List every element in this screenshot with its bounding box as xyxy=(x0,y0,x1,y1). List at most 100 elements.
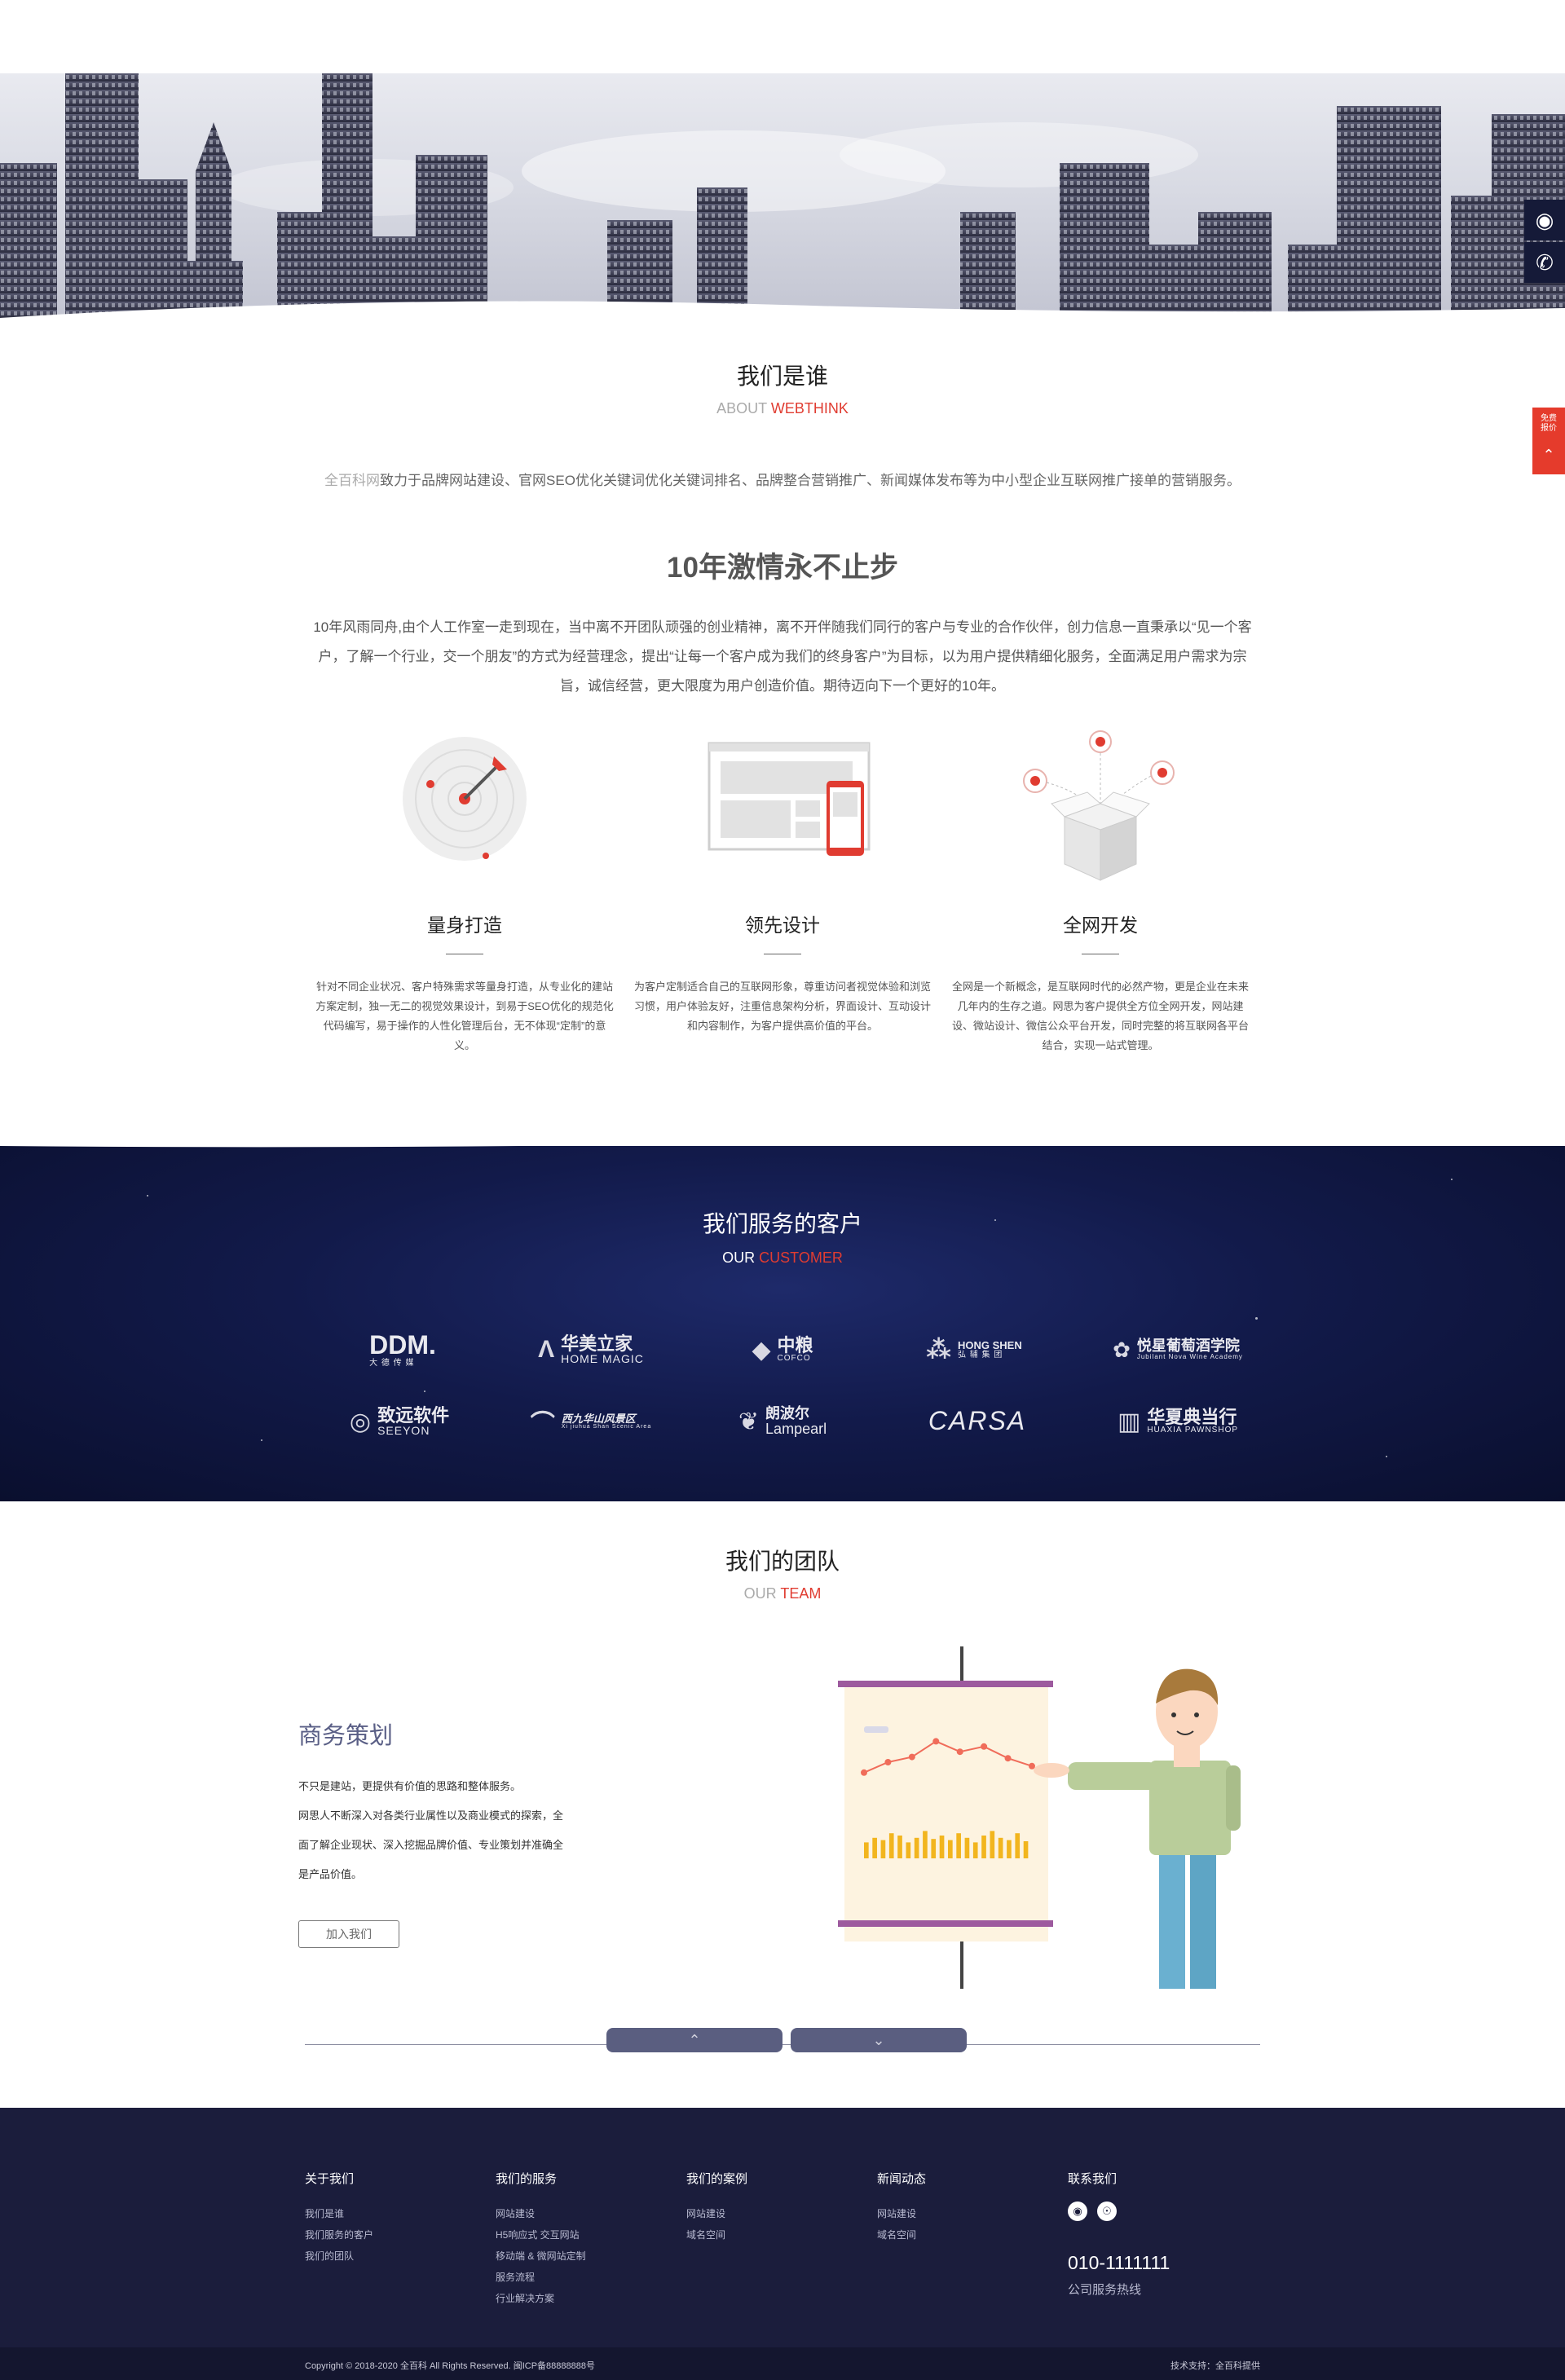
customers-subtitle: OUR CUSTOMER xyxy=(0,1250,1565,1267)
responsive-design-icon xyxy=(701,734,871,880)
client-logo-sub: Jubilant Nova Wine Academy xyxy=(1136,1353,1243,1361)
feature-network-desc: 全网是一个新概念，是互联网时代的必然产物，更是企业在未来几年内的生存之道。网思为… xyxy=(951,981,1249,1051)
team-subtitle: OUR TEAM xyxy=(0,1585,1565,1602)
client-logo-sub: HUAXIA PAWNSHOP xyxy=(1147,1426,1239,1435)
client-logo-lampearl: ❦ 朗波尔 Lampearl xyxy=(701,1397,864,1446)
client-logo-name: HONG SHEN xyxy=(957,1338,1022,1351)
client-logo-sub: Xi jiuhua Shan Scenic Area xyxy=(561,1424,652,1430)
client-logo-sub: COFCO xyxy=(777,1354,811,1364)
easel-top-bar xyxy=(838,1681,1053,1687)
team-subtitle-accent: TEAM xyxy=(780,1585,822,1602)
footer-link[interactable]: 移动端 & 微网站定制 xyxy=(496,2246,586,2267)
easel-board xyxy=(844,1684,1048,1941)
feature-network-title: 全网开发 xyxy=(1063,915,1138,936)
about-brand-link[interactable]: 全百科网 xyxy=(324,473,380,488)
weibo-icon[interactable]: ☉ xyxy=(1097,2202,1117,2221)
footer xyxy=(0,2108,1565,2380)
customers-subtitle-prefix: OUR xyxy=(722,1250,760,1266)
customers-top-curve xyxy=(0,1125,1565,1148)
board-bar xyxy=(872,1837,877,1858)
footer-col-about: 关于我们 我们是谁 我们服务的客户 我们的团队 xyxy=(305,2170,373,2267)
client-logo-sub: HOME MAGIC xyxy=(561,1352,644,1366)
client-logo-name: 中粮 xyxy=(777,1335,813,1356)
feature-design-desc: 为客户定制适合自己的互联网形象，尊重访问者视觉体验和浏览习惯，用户体验友好，注重… xyxy=(633,981,931,1032)
client-logo-sub: Lampearl xyxy=(765,1421,827,1437)
footer-link[interactable]: 我们是谁 xyxy=(305,2203,373,2224)
footer-link[interactable]: 网站建设 xyxy=(686,2203,747,2224)
footer-link[interactable]: 域名空间 xyxy=(686,2224,747,2246)
team-next-button[interactable]: ⌄ xyxy=(791,2028,967,2052)
client-logo-sub: 大 德 传 媒 xyxy=(369,1358,415,1368)
page: ◉ ✆ 免费报价 ⌃ 我们是谁 ABOUT WEBTHINK 全百科网致力于品牌… xyxy=(0,0,1565,2380)
feature-custom-title: 量身打造 xyxy=(427,915,502,936)
about-slogan: 10年激情永不止步 xyxy=(667,552,898,584)
footer-link[interactable]: 网站建设 xyxy=(496,2203,586,2224)
client-logo-mark: ◆ xyxy=(752,1336,771,1364)
board-legend xyxy=(864,1726,888,1733)
star-decoration xyxy=(261,1439,262,1441)
about-intro-text: 致力于品牌网站建设、官网SEO优化关键词优化关键词排名、品牌整合营销推广、新闻媒… xyxy=(380,473,1241,488)
social-icons: ◉ ☉ xyxy=(1068,2202,1170,2221)
footer-link[interactable]: 我们的团队 xyxy=(305,2246,373,2267)
footer-col-heading: 我们的服务 xyxy=(496,2172,558,2186)
team-prev-button[interactable]: ⌃ xyxy=(606,2028,782,2052)
team-description: 不只是建站，更提供有价值的思路和整体服务。 网思人不断深入对各类行业属性以及商业… xyxy=(298,1772,592,1889)
client-logo-huaxia: ▥ 华夏典当行 HUAXIA PAWNSHOP xyxy=(1084,1397,1272,1446)
board-bar xyxy=(964,1837,970,1858)
board-bar xyxy=(923,1831,928,1858)
board-bar xyxy=(972,1842,978,1858)
client-logo-sub: 弘 辅 集 团 xyxy=(957,1350,1003,1360)
skyline-image xyxy=(0,73,1565,318)
about-subtitle-prefix: ABOUT xyxy=(716,400,771,416)
copyright-text: Copyright © 2018-2020 全百科 All Rights Res… xyxy=(305,2361,595,2371)
board-bar xyxy=(939,1836,945,1858)
footer-link[interactable]: 域名空间 xyxy=(877,2224,926,2246)
board-bar xyxy=(864,1842,869,1858)
star-decoration xyxy=(1451,1179,1453,1180)
client-logo-mark: ✿ xyxy=(1113,1337,1131,1362)
client-logo-name: 华美立家 xyxy=(561,1333,633,1355)
easel-bottom-bar xyxy=(838,1920,1053,1927)
client-logo-mark: ❦ xyxy=(738,1408,760,1435)
client-logo-name: 悦星葡萄酒学院 xyxy=(1136,1338,1240,1355)
wechat-icon[interactable]: ◉ xyxy=(1068,2202,1087,2221)
board-line-point xyxy=(884,1759,892,1765)
phone-button[interactable]: ✆ xyxy=(1524,242,1565,283)
board-line-point xyxy=(1004,1755,1012,1762)
client-logo-mark: ◎ xyxy=(349,1408,372,1435)
client-logo-name: CARSA xyxy=(928,1406,1027,1436)
about-subtitle: ABOUT WEBTHINK xyxy=(0,400,1565,417)
board-bar xyxy=(888,1833,894,1858)
about-subtitle-accent: WEBTHINK xyxy=(770,400,849,416)
footer-col-heading: 我们的案例 xyxy=(686,2172,748,2186)
client-logo-sub: SEEYON xyxy=(377,1424,430,1438)
client-logo-cofco: ◆ 中粮 COFCO xyxy=(701,1325,864,1374)
footer-link[interactable]: 我们服务的客户 xyxy=(305,2224,373,2246)
board-line-point xyxy=(981,1743,988,1750)
feature-design-title: 领先设计 xyxy=(745,915,820,936)
about-intro: 全百科网致力于品牌网站建设、官网SEO优化关键词优化关键词排名、品牌整合营销推广… xyxy=(310,466,1255,496)
free-quote-tab[interactable]: 免费报价 ⌃ xyxy=(1532,408,1565,474)
qq-button[interactable]: ◉ xyxy=(1524,200,1565,240)
team-desc-line: 不只是建站，更提供有价值的思路和整体服务。 xyxy=(298,1780,522,1792)
client-logo-name: 致远软件 xyxy=(377,1405,450,1426)
footer-link[interactable]: H5响应式 交互网站 xyxy=(496,2224,586,2246)
join-us-button[interactable]: 加入我们 xyxy=(298,1920,399,1948)
presentation-illustration xyxy=(838,1646,1241,1989)
client-logo-name: 西九华山风景区 xyxy=(561,1412,636,1425)
client-logo-mark: ▥ xyxy=(1117,1408,1141,1435)
footer-link[interactable]: 服务流程 xyxy=(496,2267,586,2288)
copyright-bar xyxy=(0,2347,1565,2380)
board-bar xyxy=(897,1836,902,1858)
client-logo-hong-shen: ⁂ HONG SHEN 弘 辅 集 团 xyxy=(893,1325,1056,1374)
side-toolbar: ◉ ✆ xyxy=(1524,200,1565,284)
footer-col-cases: 我们的案例 网站建设 域名空间 xyxy=(686,2170,747,2246)
board-bar xyxy=(990,1831,995,1858)
top-header xyxy=(0,0,1565,73)
chevron-down-icon: ⌄ xyxy=(872,2031,885,2048)
client-logo-mark: ⁂ xyxy=(926,1336,951,1364)
footer-link[interactable]: 行业解决方案 xyxy=(496,2288,586,2309)
team-desc-line: 网思人不断深入对各类行业属性以及商业模式的探索，全 xyxy=(298,1809,564,1822)
client-logo-home-magic: Λ 华美立家 HOME MAGIC xyxy=(509,1325,672,1374)
footer-link[interactable]: 网站建设 xyxy=(877,2203,926,2224)
